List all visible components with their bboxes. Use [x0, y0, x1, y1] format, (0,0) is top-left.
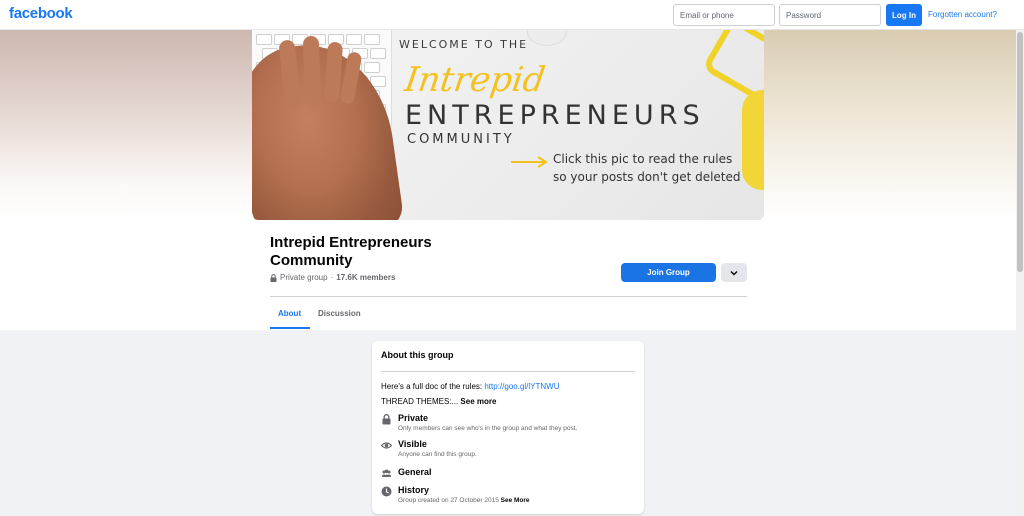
about-card: About this group Here's a full doc of th… — [372, 341, 644, 514]
lock-icon — [270, 273, 277, 282]
info-title: Private — [398, 413, 429, 423]
mouse-image — [527, 30, 567, 46]
thread-themes: THREAD THEMES:... See more — [381, 397, 496, 406]
member-count[interactable]: 17.6K members — [336, 273, 395, 282]
info-visible: Visible Anyone can find this group. — [381, 439, 477, 460]
cover-photo[interactable]: WELCOME TO THE Intrepid ENTREPRENEURS CO… — [252, 30, 764, 220]
clock-icon — [381, 486, 392, 497]
cover-welcome-text: WELCOME TO THE — [399, 38, 529, 51]
rules-link[interactable]: http://goo.gl/lYTNWU — [484, 382, 559, 391]
cover-community-text: COMMUNITY — [407, 132, 515, 147]
cover-rules-line: Click this pic to read the rules — [553, 152, 733, 166]
cover-rules-line: so your posts don't get deleted — [553, 170, 741, 184]
finger-shape — [302, 35, 322, 107]
chevron-down-icon — [730, 270, 738, 275]
tab-discussion[interactable]: Discussion — [318, 309, 361, 318]
info-subtitle: Anyone can find this group. — [398, 451, 477, 458]
password-field[interactable] — [779, 4, 881, 26]
forgotten-account-link[interactable]: Forgotten account? — [928, 10, 997, 19]
cover-blur-right — [764, 30, 1016, 220]
description-text: Here's a full doc of the rules: — [381, 382, 485, 391]
info-title: General — [398, 467, 432, 477]
join-group-button[interactable]: Join Group — [621, 263, 716, 282]
login-button[interactable]: Log In — [886, 4, 922, 26]
more-options-button[interactable] — [721, 263, 747, 282]
group-title[interactable]: Intrepid Entrepreneurs Community — [270, 234, 470, 270]
info-subtitle: Only members can see who's in the group … — [398, 425, 578, 432]
info-subtitle: Group created on 27 October 2015 See Mor… — [398, 496, 530, 506]
thread-themes-text: THREAD THEMES:... — [381, 397, 461, 406]
eye-icon — [381, 442, 392, 449]
history-text: Group created on 27 October 2015 — [398, 497, 499, 504]
active-tab-indicator — [270, 327, 310, 329]
about-title: About this group — [381, 350, 454, 360]
tab-about[interactable]: About — [278, 309, 301, 318]
info-private: Private Only members can see who's in th… — [381, 413, 577, 434]
see-more-link[interactable]: See more — [460, 397, 496, 406]
facebook-logo[interactable]: facebook — [9, 5, 73, 22]
see-more-link[interactable]: See More — [501, 497, 530, 504]
meta-separator: · — [330, 273, 334, 282]
cover-rules-note: Click this pic to read the rules so your… — [553, 150, 741, 186]
lock-icon — [382, 414, 391, 425]
phone-image — [742, 90, 764, 190]
info-title: Visible — [398, 439, 427, 449]
info-title: History — [398, 485, 430, 495]
cover-intrepid-text: Intrepid — [402, 60, 548, 100]
top-bar: facebook Log In Forgotten account? — [0, 0, 1024, 30]
info-history: History Group created on 27 October 2015… — [381, 485, 530, 506]
cover-blur-left — [0, 30, 252, 220]
about-divider — [381, 371, 635, 372]
info-general: General — [381, 467, 432, 479]
privacy-label: Private group — [280, 273, 328, 282]
group-meta: Private group · 17.6K members — [270, 273, 395, 282]
arrow-right-icon — [511, 156, 548, 168]
about-description: Here's a full doc of the rules: http://g… — [381, 382, 560, 391]
header-divider — [270, 296, 747, 297]
scrollbar-thumb[interactable] — [1017, 32, 1023, 272]
email-field[interactable] — [673, 4, 775, 26]
people-icon — [382, 469, 391, 477]
cover-entrepreneurs-text: ENTREPRENEURS — [405, 100, 705, 131]
